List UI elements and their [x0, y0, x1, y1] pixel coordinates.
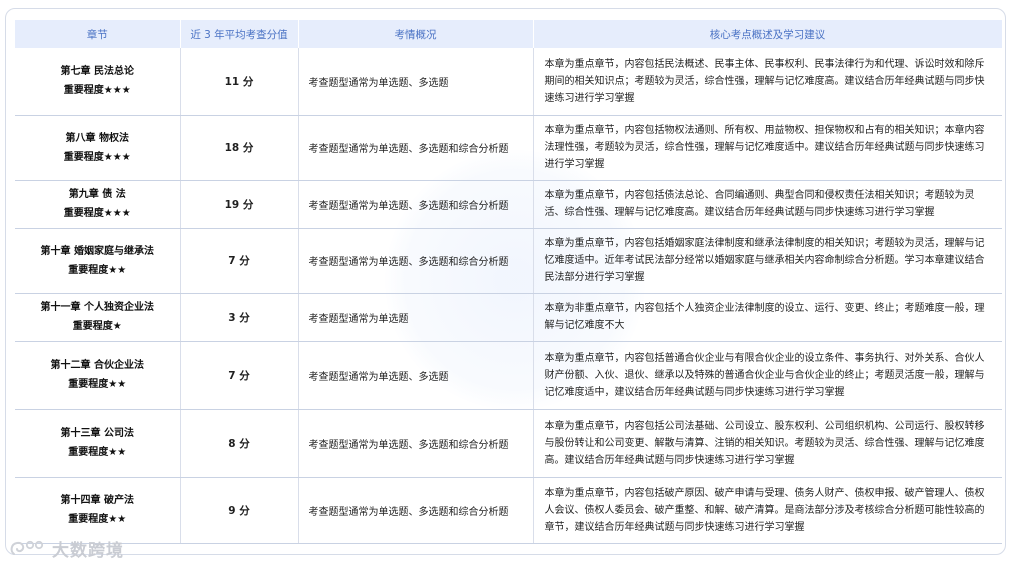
exam-cell: 考查题型通常为单选题、多选题和综合分析题	[297, 115, 533, 181]
chapter-cell: 第七章 民法总论 重要程度★★★	[15, 48, 180, 116]
desc-cell: 本章为重点章节，内容包括公司法基础、公司设立、股东权利、公司组织机构、公司运行、…	[532, 409, 1002, 478]
desc-cell: 本章为重点章节，内容包括破产原因、破产申请与受理、债务人财产、债权申报、破产管理…	[532, 477, 1002, 544]
score-cell: 11 分	[179, 48, 298, 116]
table-row: 第九章 债 法 重要程度★★★ 19 分 考查题型通常为单选题、多选题和综合分析…	[15, 180, 1002, 229]
chapter-cell: 第十章 婚姻家庭与继承法 重要程度★★	[15, 228, 180, 294]
chapter-title: 第九章 债 法	[68, 189, 126, 200]
brand-swirl-icon	[10, 540, 44, 555]
desc-cell: 本章为非重点章节，内容包括个人独资企业法律制度的设立、运行、变更、终止；考题难度…	[532, 293, 1002, 342]
table-row: 第十二章 合伙企业法 重要程度★★ 7 分 考查题型通常为单选题、多选题 本章为…	[15, 341, 1002, 410]
chapter-cell: 第十一章 个人独资企业法 重要程度★	[15, 293, 180, 342]
chapter-title: 第十四章 破产法	[60, 495, 134, 506]
score-cell: 7 分	[179, 228, 298, 294]
exam-cell: 考查题型通常为单选题、多选题和综合分析题	[297, 180, 533, 229]
chapter-title: 第十章 婚姻家庭与继承法	[40, 245, 154, 257]
chapter-title: 第十二章 合伙企业法	[50, 360, 144, 371]
chapter-title: 第七章 民法总论	[60, 66, 134, 78]
chapter-title: 第八章 物权法	[65, 132, 129, 144]
desc-cell: 本章为重点章节，内容包括债法总论、合同编通则、典型合同和侵权责任法相关知识；考题…	[532, 180, 1002, 229]
score-cell: 9 分	[179, 477, 298, 544]
score-cell: 19 分	[179, 180, 298, 229]
table-row: 第十四章 破产法 重要程度★★ 9 分 考查题型通常为单选题、多选题和综合分析题…	[15, 477, 1002, 544]
importance-rating: 重要程度★	[72, 321, 122, 332]
table-row: 第十一章 个人独资企业法 重要程度★ 3 分 考查题型通常为单选题 本章为非重点…	[15, 293, 1002, 342]
brand-logo: 大数跨境	[8, 536, 124, 561]
desc-cell: 本章为重点章节，内容包括婚姻家庭法律制度和继承法律制度的相关知识；考题较为灵活，…	[532, 228, 1002, 294]
score-cell: 18 分	[179, 115, 298, 181]
exam-cell: 考查题型通常为单选题、多选题和综合分析题	[297, 477, 533, 544]
importance-rating: 重要程度★★	[68, 447, 127, 458]
importance-rating: 重要程度★★	[68, 514, 127, 525]
importance-rating: 重要程度★★★	[63, 151, 131, 163]
chapter-cell: 第八章 物权法 重要程度★★★	[15, 115, 180, 181]
desc-cell: 本章为重点章节，内容包括物权法通则、所有权、用益物权、担保物权和占有的相关知识；…	[532, 115, 1002, 181]
table-row: 第七章 民法总论 重要程度★★★ 11 分 考查题型通常为单选题、多选题 本章为…	[15, 48, 1002, 116]
brand-logo-text: 大数跨境	[52, 541, 124, 561]
exam-table: 章节 近 3 年平均考查分值 考情概况 核心考点概述及学习建议 第七章 民法总论…	[15, 20, 1003, 544]
chapter-cell: 第十三章 公司法 重要程度★★	[15, 409, 180, 478]
chapter-title: 第十一章 个人独资企业法	[40, 302, 154, 313]
table-row: 第十三章 公司法 重要程度★★ 8 分 考查题型通常为单选题、多选题和综合分析题…	[15, 409, 1002, 478]
desc-cell: 本章为重点章节，内容包括普通合伙企业与有限合伙企业的设立条件、事务执行、对外关系…	[532, 341, 1002, 410]
exam-cell: 考查题型通常为单选题、多选题和综合分析题	[297, 409, 533, 478]
score-cell: 8 分	[179, 409, 298, 478]
table-header-row: 章节 近 3 年平均考查分值 考情概况 核心考点概述及学习建议	[15, 20, 1003, 48]
header-score: 近 3 年平均考查分值	[180, 20, 299, 48]
importance-rating: 重要程度★★	[68, 264, 127, 276]
header-exam-overview: 考情概况	[298, 20, 534, 48]
importance-rating: 重要程度★★	[68, 379, 127, 390]
table-row: 第十章 婚姻家庭与继承法 重要程度★★ 7 分 考查题型通常为单选题、多选题和综…	[15, 228, 1002, 294]
exam-cell: 考查题型通常为单选题	[297, 293, 533, 342]
desc-cell: 本章为重点章节，内容包括民法概述、民事主体、民事权利、民事法律行为和代理、诉讼时…	[532, 48, 1002, 116]
importance-rating: 重要程度★★★	[63, 85, 131, 97]
score-cell: 7 分	[179, 341, 298, 410]
chapter-title: 第十三章 公司法	[60, 428, 134, 439]
header-core-points: 核心考点概述及学习建议	[533, 20, 1003, 48]
chapter-cell: 第十四章 破产法 重要程度★★	[15, 477, 180, 544]
exam-cell: 考查题型通常为单选题、多选题和综合分析题	[297, 228, 533, 294]
exam-cell: 考查题型通常为单选题、多选题	[297, 48, 533, 116]
chapter-cell: 第九章 债 法 重要程度★★★	[15, 180, 180, 229]
table-row: 第八章 物权法 重要程度★★★ 18 分 考查题型通常为单选题、多选题和综合分析…	[15, 115, 1002, 181]
score-cell: 3 分	[179, 293, 298, 342]
page: 章节 近 3 年平均考查分值 考情概况 核心考点概述及学习建议 第七章 民法总论…	[0, 0, 1023, 568]
header-chapter: 章节	[15, 20, 181, 48]
importance-rating: 重要程度★★★	[63, 208, 131, 219]
exam-cell: 考查题型通常为单选题、多选题	[297, 341, 533, 410]
chapter-cell: 第十二章 合伙企业法 重要程度★★	[15, 341, 180, 410]
